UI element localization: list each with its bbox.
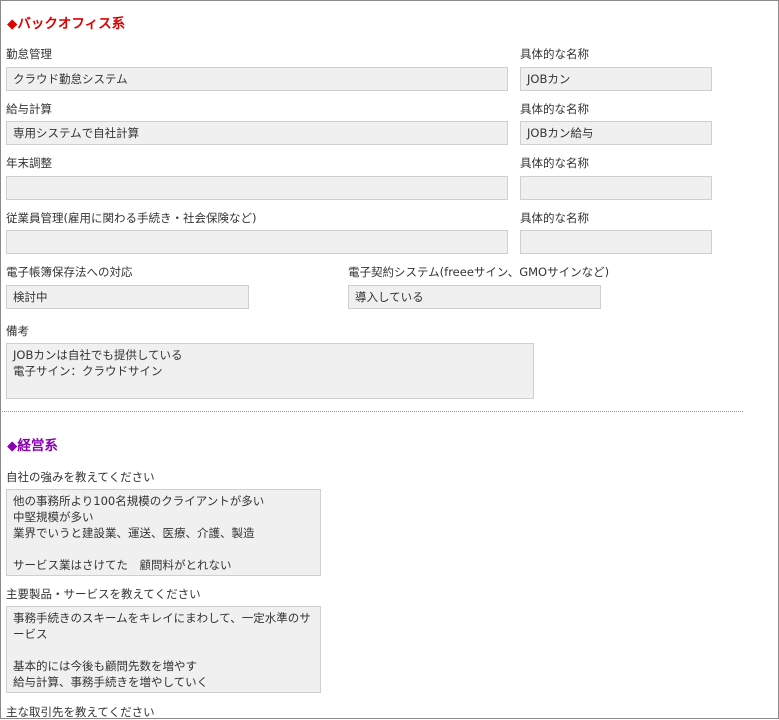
remarks-label: 備考 <box>6 324 29 338</box>
e-book-field[interactable]: 検討中 <box>6 285 249 309</box>
year-end-label: 年末調整 <box>6 156 52 170</box>
year-end-field[interactable] <box>6 176 508 200</box>
employee-mgmt-field[interactable] <box>6 230 508 254</box>
products-field[interactable]: 事務手続きのスキームをキレイにまわして、一定水準のサービス 基本的には今後も顧問… <box>6 606 321 693</box>
attendance-specific-name-field[interactable]: JOBカン <box>520 67 712 91</box>
payroll-specific-name-label: 具体的な名称 <box>520 102 589 116</box>
remarks-field[interactable]: JOBカンは自社でも提供している 電子サイン：クラウドサイン <box>6 343 534 399</box>
payroll-specific-name-field[interactable]: JOBカン給与 <box>520 121 712 145</box>
e-contract-label: 電子契約システム(freeeサイン、GMOサインなど) <box>348 265 610 279</box>
payroll-label: 給与計算 <box>6 102 52 116</box>
year-end-specific-name-label: 具体的な名称 <box>520 156 589 170</box>
back-office-section-title: ◆バックオフィス系 <box>7 16 126 32</box>
employee-mgmt-specific-name-label: 具体的な名称 <box>520 211 589 225</box>
payroll-field[interactable]: 専用システムで自社計算 <box>6 121 508 145</box>
employee-mgmt-label: 従業員管理(雇用に関わる手続き・社会保険など) <box>6 211 257 225</box>
products-label: 主要製品・サービスを教えてください <box>6 587 201 601</box>
e-contract-field[interactable]: 導入している <box>348 285 601 309</box>
strengths-label: 自社の強みを教えてください <box>6 470 155 484</box>
e-book-label: 電子帳簿保存法への対応 <box>6 265 133 279</box>
attendance-field[interactable]: クラウド勤怠システム <box>6 67 508 91</box>
employee-mgmt-specific-name-field[interactable] <box>520 230 712 254</box>
management-section-title: ◆経営系 <box>7 438 58 454</box>
year-end-specific-name-field[interactable] <box>520 176 712 200</box>
clients-label: 主な取引先を教えてください <box>6 705 155 719</box>
section-divider <box>0 411 743 412</box>
attendance-specific-name-label: 具体的な名称 <box>520 47 589 61</box>
attendance-label: 勤怠管理 <box>6 47 52 61</box>
strengths-field[interactable]: 他の事務所より100名規模のクライアントが多い 中堅規模が多い 業界でいうと建設… <box>6 489 321 576</box>
